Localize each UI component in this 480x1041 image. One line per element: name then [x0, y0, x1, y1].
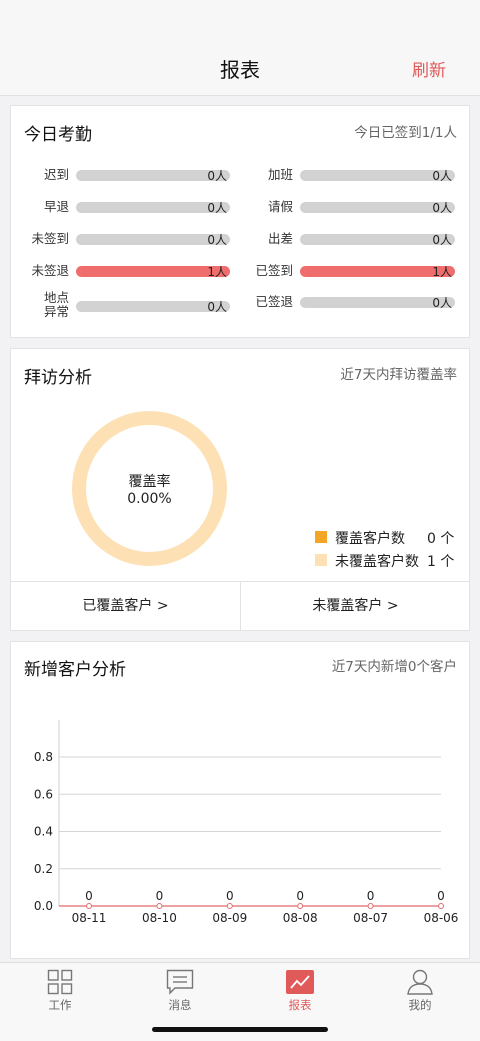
report-chart-icon: [286, 970, 314, 994]
attendance-value-signed-out: 0人: [432, 296, 452, 310]
refresh-button[interactable]: 刷新: [412, 56, 446, 81]
data-label: 0: [85, 889, 93, 903]
data-label: 0: [296, 889, 304, 903]
y-tick-label: 0.0: [34, 899, 53, 913]
visit-title: 拜访分析: [24, 368, 92, 388]
person-icon: [407, 969, 433, 995]
y-tick-label: 0.8: [34, 750, 53, 764]
attendance-label-leave: 请假: [267, 199, 293, 214]
attendance-bar-signed-out: 0人: [300, 296, 455, 310]
attendance-summary: 今日已签到1/1人: [354, 125, 457, 141]
attendance-label-not-signed-in: 未签到: [31, 231, 69, 246]
tab-mine-label: 我的: [408, 998, 432, 1012]
tab-reports-label: 报表: [288, 998, 312, 1012]
tab-work-label: 工作: [48, 998, 72, 1012]
covered-customers-button[interactable]: 已覆盖客户 >: [11, 582, 240, 631]
visit-analysis-card: 拜访分析 近7天内拜访覆盖率 覆盖率 0.00% 覆盖客户数 0 个 未覆盖客户…: [10, 348, 470, 631]
attendance-label-location-abnormal-text: 地点异常: [43, 290, 69, 319]
legend-count-covered: 0 个: [427, 531, 455, 547]
visit-subtitle: 近7天内拜访覆盖率: [340, 367, 457, 383]
attendance-bar-signed-in: 1人: [300, 265, 455, 279]
data-label: 0: [226, 889, 234, 903]
tab-reports[interactable]: 报表: [240, 969, 360, 1017]
attendance-label-signed-out: 已签退: [255, 294, 293, 309]
attendance-card: 今日考勤 今日已签到1/1人 迟到 0人 早退 0人 未签到 0人 未签退 1人…: [10, 105, 470, 338]
x-tick-label: 08-08: [283, 911, 318, 925]
grid-icon: [47, 969, 73, 995]
x-tick-label: 08-11: [72, 911, 107, 925]
tab-mine[interactable]: 我的: [360, 969, 480, 1017]
attendance-bar-early-leave: 0人: [76, 201, 230, 215]
data-point: [438, 903, 444, 909]
tab-messages[interactable]: 消息: [120, 969, 240, 1017]
attendance-label-business-trip: 出差: [267, 231, 293, 246]
attendance-value-business-trip: 0人: [432, 233, 452, 247]
home-indicator: [152, 1027, 328, 1032]
attendance-label-late: 迟到: [43, 167, 69, 182]
attendance-bar-business-trip: 0人: [300, 233, 455, 247]
coverage-buttons-row: 已覆盖客户 > 未覆盖客户 >: [11, 581, 469, 631]
attendance-label-overtime: 加班: [267, 167, 293, 182]
x-tick-label: 08-10: [142, 911, 177, 925]
legend-swatch-uncovered: [315, 554, 327, 566]
new-customers-card: 新增客户分析 近7天内新增0个客户 0.0 0.2 0.4 0.6 0.8 08-11 08…: [10, 641, 470, 959]
x-tick-label: 08-07: [353, 911, 388, 925]
attendance-label-early-leave: 早退: [43, 199, 69, 214]
data-label: 0: [437, 889, 445, 903]
data-point: [226, 903, 233, 909]
x-tick-label: 08-06: [424, 911, 459, 925]
message-icon: [166, 969, 194, 995]
x-tick-label: 08-09: [212, 911, 247, 925]
attendance-value-location-abnormal: 0人: [207, 300, 227, 314]
attendance-value-signed-in: 1人: [432, 265, 452, 279]
attendance-label-location-abnormal: 地点异常: [13, 291, 69, 319]
attendance-value-not-signed-out: 1人: [207, 265, 227, 279]
coverage-label: 覆盖率: [128, 474, 171, 490]
page-title: 报表: [220, 58, 260, 82]
attendance-value-leave: 0人: [432, 201, 452, 215]
attendance-value-early-leave: 0人: [207, 201, 227, 215]
legend-label-uncovered: 未覆盖客户数: [335, 554, 419, 570]
attendance-value-not-signed-in: 0人: [207, 233, 227, 247]
tab-work[interactable]: 工作: [0, 969, 120, 1017]
data-point: [367, 903, 374, 909]
attendance-bar-late: 0人: [76, 169, 230, 183]
coverage-value: 0.00%: [127, 491, 172, 507]
y-tick-label: 0.4: [34, 825, 53, 839]
legend-count-uncovered: 1 个: [427, 554, 455, 570]
attendance-bar-not-signed-out: 1人: [76, 265, 230, 279]
data-point: [297, 903, 304, 909]
attendance-bar-leave: 0人: [300, 201, 455, 215]
data-label: 0: [367, 889, 375, 903]
legend-label-covered: 覆盖客户数: [335, 531, 405, 547]
uncovered-customers-button[interactable]: 未覆盖客户 >: [241, 582, 470, 631]
data-point: [156, 903, 163, 909]
y-tick-label: 0.2: [34, 862, 53, 876]
y-tick-label: 0.6: [34, 787, 53, 801]
data-point: [86, 903, 92, 909]
attendance-value-late: 0人: [207, 169, 227, 183]
attendance-value-overtime: 0人: [432, 169, 452, 183]
tab-messages-label: 消息: [168, 998, 192, 1012]
attendance-title: 今日考勤: [24, 125, 92, 145]
data-label: 0: [156, 889, 164, 903]
new-customers-line-chart: 0.0 0.2 0.4 0.6 0.8 08-11 08-10 08-09 08-08 08-07…: [34, 720, 459, 925]
top-nav-bar: 报表 刷新: [0, 0, 480, 96]
attendance-label-signed-in: 已签到: [255, 263, 293, 278]
attendance-bar-location-abnormal: 0人: [76, 300, 230, 314]
attendance-bar-overtime: 0人: [300, 169, 455, 183]
legend-swatch-covered: [315, 531, 327, 543]
attendance-label-not-signed-out: 未签退: [31, 263, 69, 278]
attendance-bar-not-signed-in: 0人: [76, 233, 230, 247]
